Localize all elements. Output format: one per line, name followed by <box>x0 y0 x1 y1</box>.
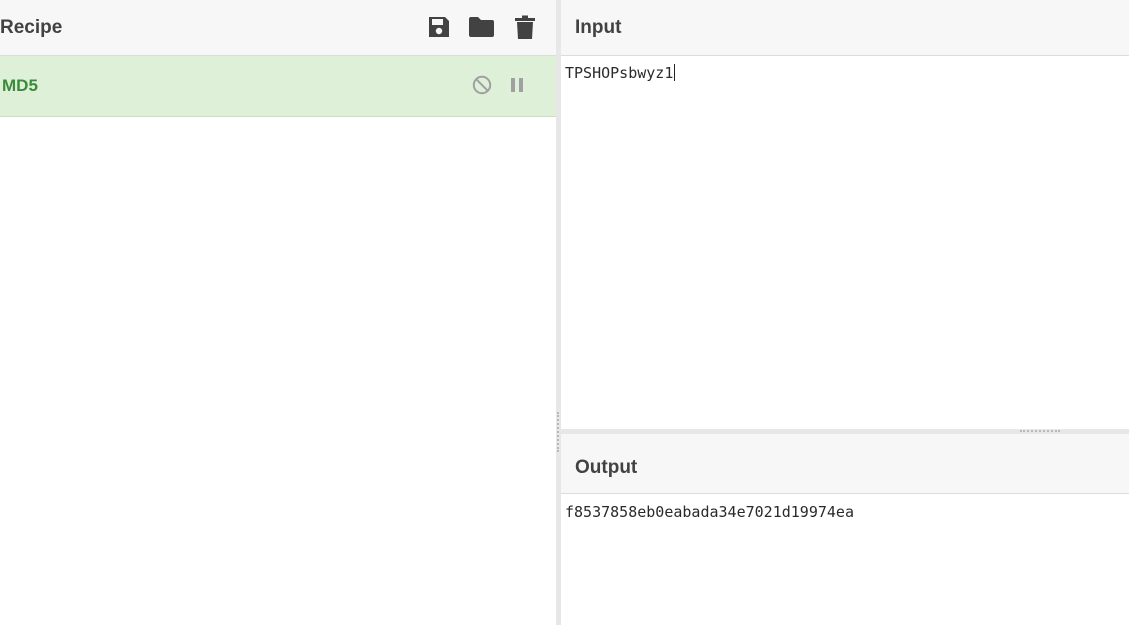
trash-icon[interactable] <box>511 13 538 41</box>
operation-md5[interactable]: MD5 <box>0 56 556 117</box>
operation-controls <box>471 74 528 96</box>
recipe-header: Recipe <box>0 0 556 56</box>
text-caret <box>674 64 676 81</box>
input-text-line[interactable]: TPSHOPsbwyz1 <box>565 64 676 82</box>
disable-icon[interactable] <box>471 74 493 96</box>
input-title: Input <box>575 17 622 38</box>
output-pane: Output f8537858eb0eabada34e7021d19974ea <box>561 434 1129 625</box>
save-icon[interactable] <box>425 13 452 41</box>
folder-icon[interactable] <box>468 13 495 41</box>
operation-name: MD5 <box>2 76 38 95</box>
output-title: Output <box>575 457 638 478</box>
input-header: Input <box>561 0 1129 56</box>
output-header: Output <box>561 434 1129 494</box>
horizontal-grip <box>1020 430 1060 432</box>
input-pane: Input TPSHOPsbwyz1 <box>561 0 1129 429</box>
recipe-pane: Recipe MD5 <box>0 0 556 625</box>
output-value[interactable]: f8537858eb0eabada34e7021d19974ea <box>565 503 854 521</box>
pause-icon[interactable] <box>506 74 528 96</box>
vertical-grip <box>557 412 559 452</box>
recipe-toolbar <box>425 13 538 41</box>
recipe-title: Recipe <box>0 17 63 38</box>
input-value: TPSHOPsbwyz1 <box>565 64 674 82</box>
